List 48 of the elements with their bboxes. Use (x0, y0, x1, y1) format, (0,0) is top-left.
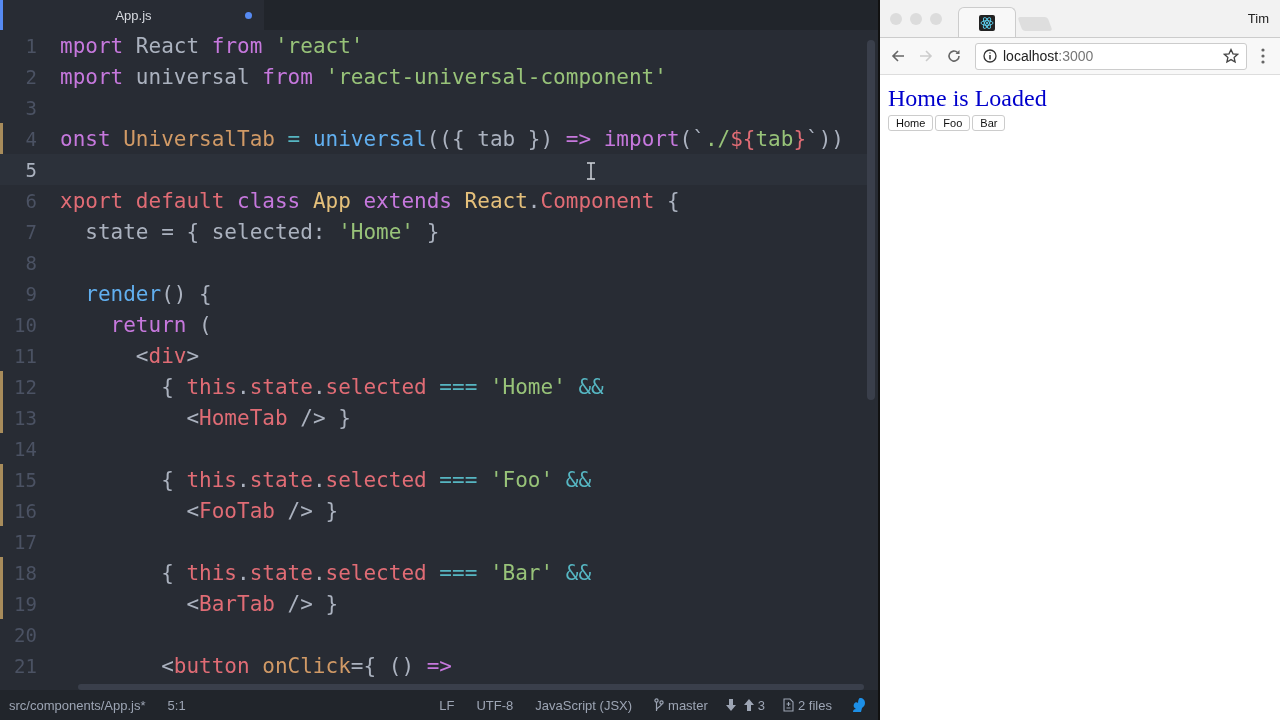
reload-icon[interactable] (947, 49, 961, 63)
code-line: { this.state.selected === 'Home' && (160, 374, 604, 399)
code-line: render() { (84, 281, 212, 306)
text-cursor-icon (586, 162, 596, 180)
code-line: xport default class App extends React.Component { (60, 188, 680, 213)
code-line: mport React from 'react' (60, 33, 364, 58)
address-bar[interactable]: localhost:3000 (975, 42, 1247, 70)
code-line: <button onClick={ () => (160, 653, 452, 678)
code-line: <div> (134, 343, 200, 368)
code-line: state = { selected: 'Home' } (84, 219, 440, 244)
code-line: return ( (109, 312, 212, 337)
atom-icon (979, 14, 995, 31)
info-icon (983, 49, 997, 63)
browser-tab[interactable] (958, 7, 1016, 37)
branch-name[interactable]: master (668, 697, 708, 713)
encoding[interactable]: UTF-8 (476, 697, 514, 713)
commits-ahead[interactable]: 3 (757, 697, 766, 713)
code-line: <HomeTab /> } (185, 405, 351, 430)
up-arrow-icon (743, 699, 754, 711)
grammar[interactable]: JavaScript (JSX) (535, 697, 633, 713)
tab-button[interactable]: Foo (935, 115, 971, 131)
down-arrow-icon (725, 699, 736, 711)
code-line: mport universal from 'react-universal-component' (60, 64, 667, 89)
code-line: <BarTab /> } (185, 591, 339, 616)
file-path[interactable]: src/components/App.js* (9, 697, 146, 713)
forward-icon[interactable] (919, 49, 933, 63)
cursor-position[interactable]: 5:1 (167, 697, 186, 713)
profile-name[interactable]: Tim (1247, 11, 1269, 26)
branch-icon (654, 698, 665, 712)
back-icon[interactable] (891, 49, 905, 63)
tab-label: App.js (115, 7, 152, 23)
code-line: { this.state.selected === 'Bar' && (160, 560, 592, 585)
line-ending[interactable]: LF (439, 697, 455, 713)
editor-tab[interactable]: App.js (0, 0, 264, 30)
code-line: { this.state.selected === 'Foo' && (160, 467, 592, 492)
code-line: <FooTab /> } (185, 498, 339, 523)
url-text: localhost:3000 (1003, 48, 1094, 64)
scrollbar[interactable] (78, 684, 864, 690)
menu-icon[interactable] (1261, 48, 1265, 64)
page-heading: Home is Loaded (888, 85, 1048, 112)
changed-files[interactable]: 2 files (798, 697, 832, 713)
new-tab-button[interactable] (1017, 17, 1053, 31)
line-number: 5 (24, 158, 37, 181)
tab-button[interactable]: Home (888, 115, 934, 131)
tab-button[interactable]: Bar (972, 115, 1006, 131)
star-icon[interactable] (1223, 48, 1239, 64)
code-line: onst UniversalTab = universal(({ tab }) => import(`./${tab}`)) (60, 126, 844, 151)
diff-file-icon (783, 698, 795, 712)
